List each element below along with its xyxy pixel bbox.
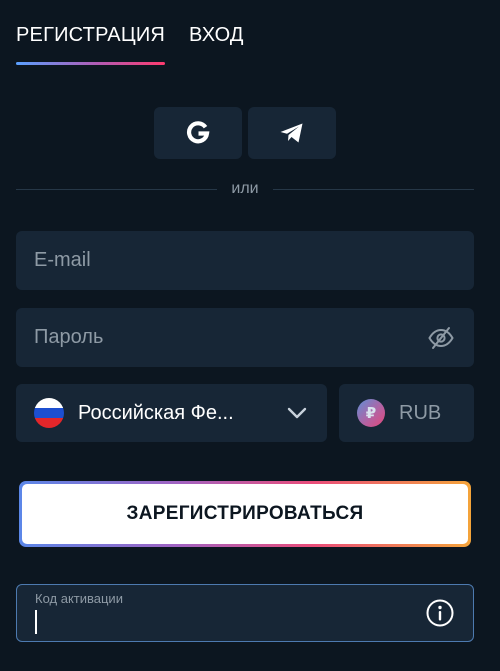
activation-code-label: Код активации — [35, 591, 123, 606]
tab-login[interactable]: ВХОД — [189, 24, 244, 65]
email-input[interactable] — [34, 249, 456, 272]
email-field-container — [16, 231, 474, 290]
password-visibility-toggle[interactable] — [426, 323, 456, 353]
country-select[interactable]: Российская Фе... — [16, 384, 327, 442]
flag-russia-icon — [34, 398, 64, 428]
currency-label: RUB — [399, 401, 442, 424]
divider-line-right — [272, 188, 474, 190]
google-icon — [186, 121, 210, 144]
register-button-frame: ЗАРЕГИСТРИРОВАТЬСЯ — [19, 481, 471, 547]
auth-tabs: РЕГИСТРАЦИЯ ВХОД — [16, 24, 244, 65]
activation-code-input[interactable] — [35, 610, 395, 634]
chevron-down-icon — [285, 401, 309, 425]
registration-page: РЕГИСТРАЦИЯ ВХОД или E-mail Российская Ф… — [0, 0, 500, 671]
google-login-button[interactable] — [154, 107, 242, 159]
password-field-container — [16, 308, 474, 367]
ruble-icon: ₽ — [357, 399, 385, 427]
eye-off-icon — [428, 326, 454, 349]
divider-text: или — [231, 180, 259, 197]
telegram-icon — [280, 123, 303, 143]
password-input[interactable] — [34, 326, 426, 349]
divider-line-left — [16, 188, 218, 190]
telegram-login-button[interactable] — [248, 107, 336, 159]
currency-select[interactable]: ₽ RUB — [339, 384, 474, 442]
info-icon[interactable] — [425, 598, 455, 628]
country-label: Российская Фе... — [78, 401, 234, 424]
register-button[interactable]: ЗАРЕГИСТРИРОВАТЬСЯ — [22, 484, 468, 544]
activation-code-field: Код активации — [16, 584, 474, 642]
social-login — [154, 107, 336, 159]
tab-registration[interactable]: РЕГИСТРАЦИЯ — [16, 24, 166, 65]
divider: или — [16, 180, 474, 198]
